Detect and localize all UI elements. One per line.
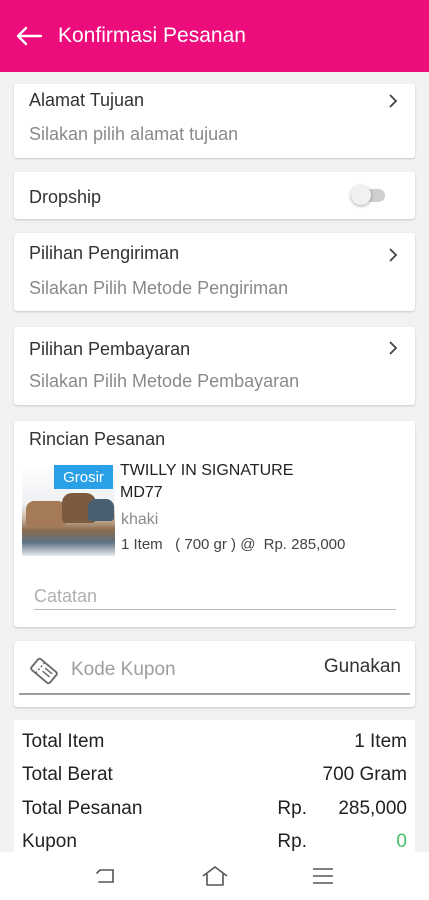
coupon-ticket-icon	[30, 657, 58, 685]
nav-back-icon[interactable]	[93, 862, 121, 890]
chevron-right-icon	[389, 341, 398, 355]
product-price: Rp. 285,000	[263, 536, 346, 553]
summary-row-total-weight: Total Berat 700 Gram	[22, 764, 407, 792]
total-item-label: Total Item	[22, 731, 105, 752]
total-order-currency: Rp.	[277, 798, 307, 819]
summary-row-coupon: Kupon Rp. 0	[22, 831, 407, 852]
nav-menu-icon[interactable]	[309, 862, 337, 890]
product-quantity: 1 Item ( 700 gr ) @ Rp. 285,000	[121, 536, 345, 553]
shipping-placeholder: Silakan Pilih Metode Pengiriman	[29, 278, 289, 298]
summary-row-total-item: Total Item 1 Item	[22, 731, 407, 759]
coupon-card: Gunakan	[14, 641, 415, 707]
back-arrow-icon[interactable]	[14, 21, 44, 51]
payment-card[interactable]: Pilihan Pembayaran Silakan Pilih Metode …	[14, 327, 415, 405]
total-weight-label: Total Berat	[22, 764, 113, 785]
payment-label: Pilihan Pembayaran	[29, 339, 191, 359]
dropship-label: Dropship	[29, 187, 102, 207]
note-input[interactable]	[34, 584, 396, 610]
page-title: Konfirmasi Pesanan	[58, 24, 246, 47]
coupon-discount-currency: Rp.	[277, 831, 307, 852]
nav-home-icon[interactable]	[201, 862, 229, 890]
order-details-card: Rincian Pesanan Grosir TWILLY IN SIGNATU…	[14, 421, 415, 627]
chevron-right-icon	[389, 248, 398, 262]
address-card[interactable]: Alamat Tujuan Silakan pilih alamat tujua…	[14, 84, 415, 158]
dropship-card: Dropship	[14, 172, 415, 219]
summary-row-total-order: Total Pesanan Rp. 285,000	[22, 798, 407, 826]
coupon-discount-label: Kupon	[22, 831, 77, 852]
grosir-badge: Grosir	[54, 465, 113, 489]
apply-coupon-button[interactable]: Gunakan	[324, 656, 401, 678]
total-order-value: 285,000	[338, 798, 407, 819]
chevron-right-icon	[389, 94, 398, 108]
shipping-label: Pilihan Pengiriman	[29, 243, 180, 263]
shipping-card[interactable]: Pilihan Pengiriman Silakan Pilih Metode …	[14, 233, 415, 311]
product-qty-weight: 1 Item ( 700 gr ) @	[121, 536, 256, 553]
order-details-title: Rincian Pesanan	[29, 429, 166, 449]
coupon-discount-value: 0	[396, 831, 407, 852]
payment-placeholder: Silakan Pilih Metode Pembayaran	[29, 371, 300, 391]
product-name-line2: MD77	[120, 484, 163, 501]
address-placeholder: Silakan pilih alamat tujuan	[29, 124, 239, 144]
total-order-label: Total Pesanan	[22, 798, 143, 819]
coupon-input[interactable]	[71, 655, 301, 685]
system-nav-bar	[0, 852, 429, 900]
dropship-toggle[interactable]	[351, 185, 389, 205]
order-summary: Total Item 1 Item Total Berat 700 Gram T…	[14, 720, 415, 852]
address-label: Alamat Tujuan	[29, 90, 145, 110]
product-variant: khaki	[121, 511, 159, 528]
toggle-knob	[351, 185, 371, 205]
product-name-line1: TWILLY IN SIGNATURE	[120, 462, 294, 479]
coupon-underline	[19, 693, 410, 695]
app-bar: Konfirmasi Pesanan	[0, 0, 429, 72]
total-item-value: 1 Item	[354, 731, 407, 752]
total-weight-value: 700 Gram	[322, 764, 407, 785]
